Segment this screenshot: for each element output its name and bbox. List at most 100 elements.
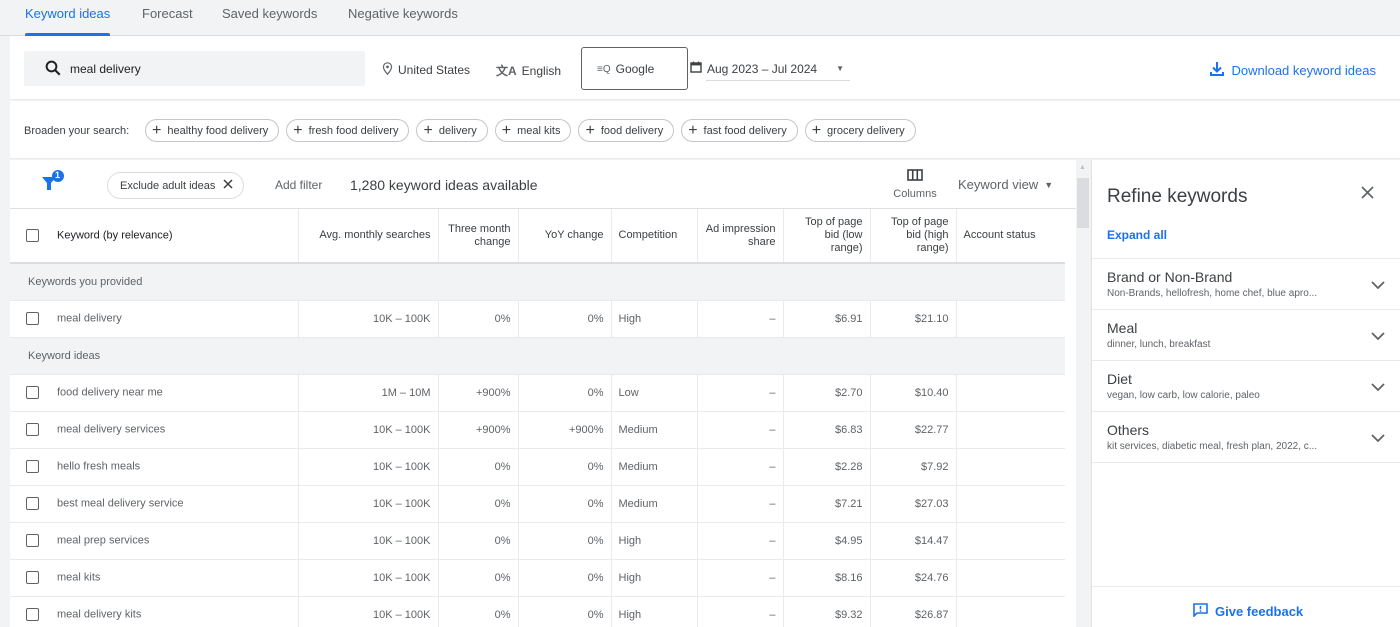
column-header-competition[interactable]: Competition (611, 209, 698, 264)
keyword-view-dropdown[interactable]: Keyword view ▼ (958, 177, 1053, 192)
bid-high-cell: $21.10 (870, 300, 957, 338)
refine-category-title: Meal (1107, 320, 1138, 336)
group-label: Keywords you provided (10, 263, 1065, 301)
table-row[interactable]: food delivery near me 1M – 10M +900% 0% Low –… (10, 374, 1065, 412)
row-checkbox[interactable] (26, 571, 39, 584)
column-header-bid-high[interactable]: Top of page bid (high range) (870, 209, 957, 264)
column-header-bid-low[interactable]: Top of page bid (low range) (783, 209, 871, 264)
keyword-table-panel: 1 Exclude adult ideas Add filter 1,280 k… (10, 160, 1076, 627)
bid-high-cell: $10.40 (870, 374, 957, 412)
table-row[interactable]: hello fresh meals 10K – 100K 0% 0% Medium – $2… (10, 448, 1065, 486)
close-refine-button[interactable] (1361, 186, 1374, 204)
give-feedback-button[interactable]: Give feedback (1193, 603, 1303, 620)
scroll-up-icon[interactable]: ▲ (1079, 164, 1086, 171)
refine-category[interactable]: Diet vegan, low carb, low calorie, paleo (1092, 360, 1400, 411)
broaden-chip[interactable]: + food delivery (578, 119, 675, 142)
broaden-chip[interactable]: + grocery delivery (804, 119, 916, 142)
table-row[interactable]: meal delivery services 10K – 100K +900% +90… (10, 411, 1065, 449)
filter-button[interactable]: 1 (40, 170, 66, 199)
ad-impression-share-cell: – (697, 411, 784, 449)
keyword-text: meal delivery (57, 312, 122, 325)
broaden-chip[interactable]: + fast food delivery (681, 119, 798, 142)
keyword-cell: meal prep services (10, 522, 299, 560)
yoy-change-cell: 0% (518, 485, 612, 523)
tab-keyword-ideas[interactable]: Keyword ideas (25, 0, 111, 36)
select-all-checkbox[interactable] (26, 228, 39, 242)
close-icon[interactable] (223, 179, 233, 192)
keyword-table: Keyword (by relevance) Avg. monthly sear… (10, 209, 1065, 627)
row-checkbox[interactable] (26, 608, 39, 621)
columns-button[interactable]: Columns (890, 168, 940, 200)
chevron-down-icon[interactable] (1371, 277, 1385, 295)
row-checkbox[interactable] (26, 312, 39, 325)
network-selector[interactable]: ≡Q Google (581, 47, 688, 90)
tab-forecast[interactable]: Forecast (142, 0, 193, 36)
exclude-adult-ideas-chip[interactable]: Exclude adult ideas (107, 172, 245, 199)
refine-category[interactable]: Brand or Non-Brand Non-Brands, hellofres… (1092, 258, 1400, 309)
column-header-keyword[interactable]: Keyword (by relevance) (10, 209, 299, 264)
broaden-chip[interactable]: + fresh food delivery (286, 119, 410, 142)
three-month-change-cell: +900% (438, 374, 519, 412)
table-row[interactable]: best meal delivery service 10K – 100K 0% 0%… (10, 485, 1065, 523)
table-row[interactable]: meal delivery kits 10K – 100K 0% 0% High – $9.… (10, 596, 1065, 627)
group-header-row: Keywords you provided (10, 263, 1065, 301)
ad-impression-share-cell: – (697, 448, 784, 486)
column-header-avg-monthly-searches[interactable]: Avg. monthly searches (298, 209, 439, 264)
network-label: Google (615, 62, 655, 76)
chip-label: healthy food delivery (167, 124, 269, 137)
tab-saved-keywords[interactable]: Saved keywords (222, 0, 317, 36)
language-label: English (521, 63, 562, 78)
language-selector[interactable]: 文A English (496, 62, 561, 79)
row-checkbox[interactable] (26, 423, 39, 436)
table-row[interactable]: meal prep services 10K – 100K 0% 0% High – $4.… (10, 522, 1065, 560)
expand-all-link[interactable]: Expand all (1107, 228, 1167, 242)
keyword-cell: meal delivery kits (10, 596, 299, 627)
column-header-account-status[interactable]: Account status (956, 209, 1065, 264)
refine-category[interactable]: Meal dinner, lunch, breakfast (1092, 309, 1400, 360)
column-header-ad-impression-share[interactable]: Ad impression share (697, 209, 784, 264)
bid-low-cell: $8.16 (783, 559, 871, 597)
chip-label: fresh food delivery (308, 124, 399, 137)
three-month-change-cell: 0% (438, 485, 519, 523)
location-selector[interactable]: United States (382, 62, 470, 78)
yoy-change-cell: 0% (518, 374, 612, 412)
row-checkbox[interactable] (26, 497, 39, 510)
table-scrollbar[interactable]: ▲ (1076, 160, 1090, 627)
row-checkbox[interactable] (26, 386, 39, 399)
scrollbar-thumb[interactable] (1077, 178, 1089, 228)
chip-label: food delivery (600, 124, 664, 137)
account-status-cell (956, 411, 1065, 449)
competition-cell: Medium (611, 485, 698, 523)
keyword-text: meal delivery services (57, 423, 166, 436)
competition-cell: High (611, 522, 698, 560)
chevron-down-icon[interactable] (1371, 328, 1385, 346)
broaden-chip[interactable]: + meal kits (494, 119, 572, 142)
competition-cell: High (611, 559, 698, 597)
download-keyword-ideas-button[interactable]: Download keyword ideas (1209, 61, 1376, 80)
translate-icon: 文A (496, 64, 517, 78)
plus-icon: + (501, 121, 512, 139)
competition-cell: Low (611, 374, 698, 412)
refine-category[interactable]: Others kit services, diabetic meal, fres… (1092, 411, 1400, 462)
yoy-change-cell: 0% (518, 300, 612, 338)
row-checkbox[interactable] (26, 460, 39, 473)
filter-icon (40, 170, 66, 198)
broaden-label: Broaden your search: (24, 125, 130, 137)
table-row[interactable]: meal delivery 10K – 100K 0% 0% High – $6.91 $21… (10, 300, 1065, 338)
broaden-chip[interactable]: + healthy food delivery (145, 119, 280, 142)
keyword-search-input[interactable]: meal delivery (24, 51, 365, 86)
row-checkbox[interactable] (26, 534, 39, 547)
date-range-selector[interactable]: Aug 2023 – Jul 2024 ▼ (690, 61, 844, 76)
account-status-cell (956, 448, 1065, 486)
tab-negative-keywords[interactable]: Negative keywords (348, 0, 458, 36)
broaden-chip[interactable]: + delivery (416, 119, 488, 142)
chevron-down-icon[interactable] (1371, 379, 1385, 397)
add-filter-button[interactable]: Add filter (275, 178, 322, 192)
search-settings-bar: meal delivery United States 文A English ≡… (10, 36, 1400, 100)
column-header-yoy-change[interactable]: YoY change (518, 209, 612, 264)
refine-category-title: Brand or Non-Brand (1107, 269, 1233, 285)
chevron-down-icon[interactable] (1371, 430, 1385, 448)
column-header-three-month-change[interactable]: Three month change (438, 209, 519, 264)
table-row[interactable]: meal kits 10K – 100K 0% 0% High – $8.16 $24.76 (10, 559, 1065, 597)
bid-low-cell: $2.28 (783, 448, 871, 486)
